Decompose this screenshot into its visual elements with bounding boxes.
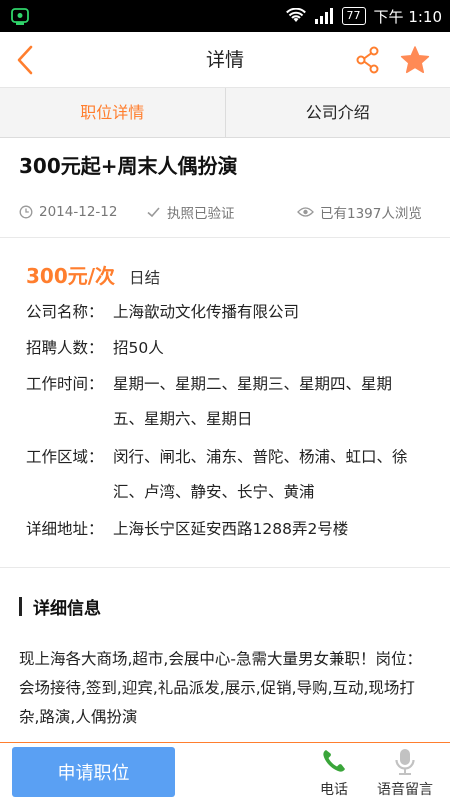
phone-label: 电话	[320, 782, 348, 798]
headcount: 招50人	[113, 339, 164, 357]
work-area: 闵行、闸北、浦东、普陀、杨浦、虹口、徐汇、卢湾、静安、长宁、黄浦	[113, 448, 408, 501]
job-meta: 2014-12-12 执照已验证 已有1397人浏览	[19, 200, 431, 224]
phone-icon	[323, 750, 345, 772]
share-icon[interactable]	[355, 46, 381, 74]
signal-icon	[314, 8, 333, 24]
salary-amount: 300元/次	[26, 264, 116, 288]
job-description: 现上海各大商场,超市,会展中心-急需大量男女兼职！岗位：会场接待,签到,迎宾,礼…	[19, 650, 422, 726]
bottom-action-bar: 申请职位 电话 语音留言	[0, 742, 450, 800]
detail-tabs: 职位详情 公司介绍	[0, 88, 450, 138]
info-label: 招聘人数：	[26, 339, 104, 357]
divider	[0, 567, 450, 568]
voice-message-label: 语音留言	[377, 782, 433, 798]
settlement-type: 日结	[129, 269, 161, 287]
phone-button[interactable]: 电话	[299, 743, 369, 800]
job-title: 300元起+周末人偶扮演	[19, 154, 238, 178]
star-icon[interactable]	[400, 45, 430, 75]
info-label: 工作时间：	[26, 375, 104, 393]
section-marker	[19, 597, 22, 616]
info-label: 工作区域：	[26, 448, 104, 466]
info-label: 详细地址：	[26, 520, 104, 538]
address: 上海长宁区延安西路1288弄2号楼	[113, 520, 349, 538]
company-name: 上海歆动文化传播有限公司	[113, 303, 300, 321]
view-count: 已有1397人浏览	[297, 200, 422, 224]
work-time: 星期一、星期二、星期三、星期四、星期五、星期六、星期日	[113, 375, 393, 428]
section-heading: 详细信息	[19, 594, 101, 619]
status-bar: 77 下午 1:10	[0, 0, 450, 32]
divider	[0, 237, 450, 238]
section-title: 详细信息	[33, 599, 101, 619]
eye-icon	[297, 207, 314, 217]
page-title: 详情	[205, 49, 244, 71]
post-date: 2014-12-12	[19, 200, 117, 224]
view-count-text: 已有1397人浏览	[320, 206, 422, 222]
wifi-icon	[285, 8, 306, 22]
check-icon	[147, 207, 160, 218]
battery-level: 77	[341, 7, 366, 25]
salary-line: 300元/次 日结	[26, 260, 160, 289]
license-verified: 执照已验证	[146, 200, 235, 224]
info-label: 公司名称：	[26, 303, 104, 321]
apply-button[interactable]: 申请职位	[12, 747, 175, 797]
tab-job-details[interactable]: 职位详情	[0, 88, 226, 137]
voice-message-button[interactable]: 语音留言	[370, 743, 440, 800]
app-notification-icon	[11, 8, 29, 25]
top-app-bar: 详情	[0, 32, 450, 88]
license-verified-text: 执照已验证	[167, 206, 235, 222]
clock-icon	[19, 205, 33, 219]
post-date-text: 2014-12-12	[39, 204, 118, 220]
tab-company-intro[interactable]: 公司介绍	[226, 88, 450, 137]
microphone-icon	[395, 749, 415, 775]
clock-time: 下午 1:10	[373, 7, 442, 26]
